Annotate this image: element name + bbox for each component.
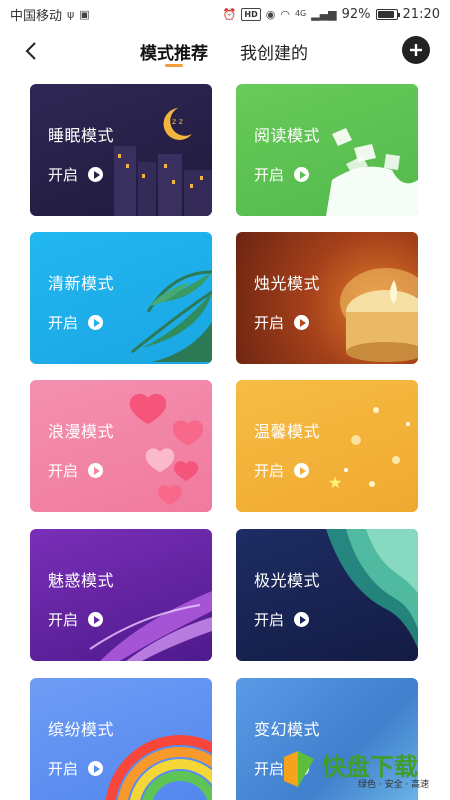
battery-icon [375, 8, 400, 20]
play-icon [88, 761, 104, 776]
mode-title: 魅惑模式 [48, 571, 115, 590]
hd-badge: HD [241, 7, 261, 21]
play-icon [294, 463, 310, 478]
mode-card-warm[interactable]: ★ 温馨模式 开启 [236, 380, 418, 512]
play-icon [294, 167, 310, 182]
header: 模式推荐 我创建的 [0, 28, 450, 74]
svg-text:z z: z z [172, 117, 183, 126]
open-label: 开启 [48, 462, 79, 480]
add-mode-button[interactable] [402, 36, 430, 64]
mode-title: 极光模式 [254, 571, 321, 590]
open-label: 开启 [48, 611, 79, 629]
palm-leaf-illustration [131, 270, 212, 362]
mode-title: 清新模式 [48, 274, 115, 293]
open-button[interactable]: 开启 [48, 164, 104, 185]
mode-card-fresh[interactable]: 清新模式 开启 [30, 232, 212, 364]
open-label: 开启 [254, 314, 285, 332]
network-type: 4G [294, 9, 307, 18]
open-button[interactable]: 开启 [254, 460, 310, 481]
signal-icon: ▂▄▆ [311, 7, 337, 21]
usb-icon: ψ [67, 7, 75, 21]
mode-title: 阅读模式 [254, 126, 321, 145]
active-tab-indicator [165, 64, 183, 67]
mode-title: 浪漫模式 [48, 422, 115, 441]
play-icon [88, 463, 104, 478]
mode-card-candle[interactable]: 烛光模式 开启 [236, 232, 418, 364]
notification-icon: ▣ [79, 7, 90, 21]
open-label: 开启 [254, 166, 285, 184]
open-label: 开启 [48, 760, 79, 778]
mode-card-reading[interactable]: 阅读模式 开启 [236, 84, 418, 216]
back-arrow-icon [25, 42, 36, 60]
svg-text:★: ★ [328, 473, 342, 492]
night-city-illustration: z z [114, 108, 212, 216]
aurora-illustration [326, 529, 418, 649]
open-label: 开启 [254, 462, 285, 480]
mode-title: 温馨模式 [254, 422, 321, 441]
hearts-illustration [129, 393, 204, 505]
play-icon [294, 612, 310, 627]
open-label: 开启 [48, 314, 79, 332]
mode-title: 变幻模式 [254, 720, 321, 739]
play-icon [88, 315, 104, 330]
watermark: 快盘下载 绿色 · 安全 · 高速 [280, 745, 450, 795]
open-label: 开启 [254, 611, 285, 629]
carrier-name: 中国移动 [10, 8, 63, 24]
mode-title: 睡眠模式 [48, 126, 115, 145]
open-button[interactable]: 开启 [254, 609, 310, 630]
books-illustration [326, 128, 418, 216]
alarm-icon: ⏰ [222, 7, 237, 21]
tab-my-created[interactable]: 我创建的 [240, 39, 308, 64]
open-button[interactable]: 开启 [254, 164, 310, 185]
plus-icon [410, 44, 422, 56]
tab-recommended[interactable]: 模式推荐 [140, 39, 208, 64]
open-button[interactable]: 开启 [48, 609, 104, 630]
play-icon [88, 167, 104, 182]
open-button[interactable]: 开启 [48, 758, 104, 779]
mode-title: 烛光模式 [254, 274, 321, 293]
open-button[interactable]: 开启 [48, 460, 104, 481]
clock: 21:20 [402, 6, 440, 22]
mode-title: 缤纷模式 [48, 720, 115, 739]
play-icon [294, 315, 310, 330]
wifi-icon: ◠ [280, 7, 290, 21]
mode-card-aurora[interactable]: 极光模式 开启 [236, 529, 418, 661]
sparkles-illustration: ★ [328, 407, 410, 492]
open-label: 开启 [48, 166, 79, 184]
back-button[interactable] [18, 38, 44, 64]
status-left: 中国移动 ψ ▣ [10, 5, 90, 24]
mode-card-colorful[interactable]: 缤纷模式 开启 [30, 678, 212, 800]
watermark-logo-icon [284, 751, 314, 787]
eye-icon: ◉ [265, 7, 276, 21]
status-bar: 中国移动 ψ ▣ ⏰ HD ◉ ◠ 4G ▂▄▆ 92% 21:20 [0, 0, 450, 28]
mode-card-romance[interactable]: 浪漫模式 开启 [30, 380, 212, 512]
mode-card-sleep[interactable]: z z 睡眠模式 开启 [30, 84, 212, 216]
battery-percent: 92% [341, 6, 371, 22]
open-button[interactable]: 开启 [254, 312, 310, 333]
mode-card-allure[interactable]: 魅惑模式 开启 [30, 529, 212, 661]
watermark-subtitle: 绿色 · 安全 · 高速 [358, 780, 430, 790]
status-right: ⏰ HD ◉ ◠ 4G ▂▄▆ 92% 21:20 [223, 7, 440, 22]
open-button[interactable]: 开启 [48, 312, 104, 333]
candle-illustration [340, 268, 418, 362]
play-icon [88, 612, 104, 627]
silk-wave-illustration [89, 591, 212, 661]
